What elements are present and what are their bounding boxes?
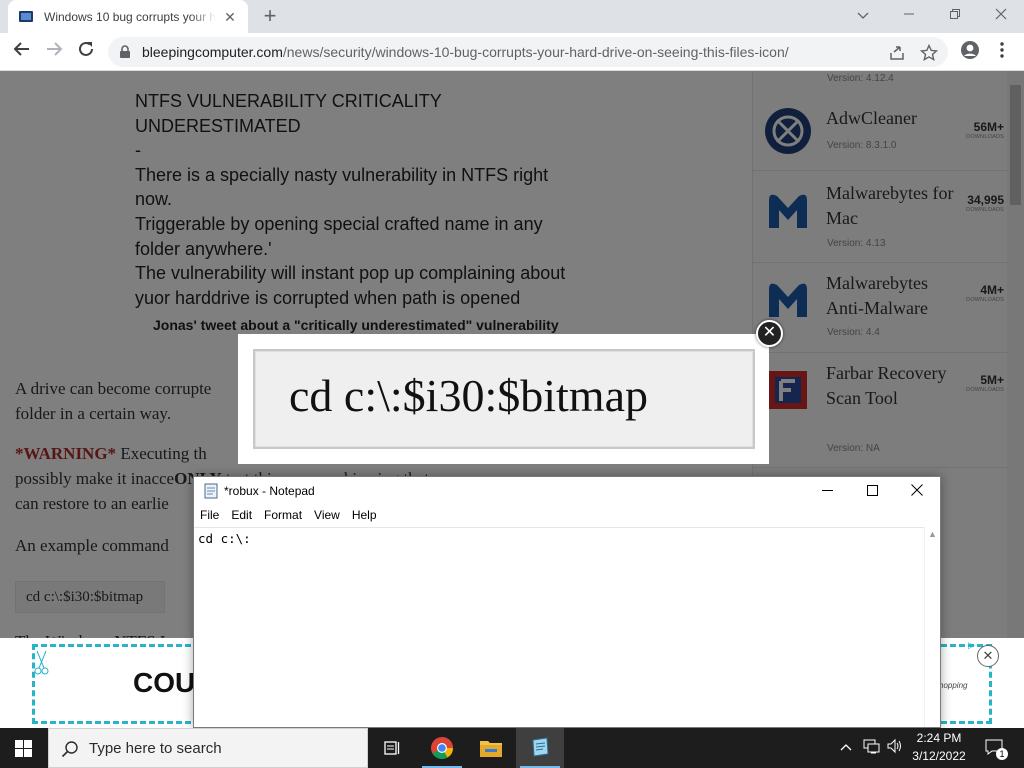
- taskbar-notepad[interactable]: [516, 728, 564, 768]
- notepad-titlebar[interactable]: *robux - Notepad: [194, 477, 940, 505]
- bleepingcomputer-favicon-icon: [19, 10, 33, 22]
- notepad-minimize-button[interactable]: [804, 477, 850, 505]
- lightbox-image: cd c:\:$i30:$bitmap: [253, 349, 755, 449]
- tab-title: Windows 10 bug corrupts your hard drive …: [44, 9, 216, 24]
- notepad-icon: [532, 737, 549, 757]
- notepad-window[interactable]: *robux - Notepad File Edit Format View H…: [193, 476, 941, 728]
- taskbar-chrome[interactable]: [418, 728, 466, 768]
- task-view-button[interactable]: [368, 728, 416, 768]
- windows-taskbar: Type here to search 2:24 PM 3/12/2022 1: [0, 728, 1024, 768]
- clock-time[interactable]: 2:24 PM: [908, 731, 970, 745]
- notepad-maximize-button[interactable]: [849, 477, 895, 505]
- new-tab-button[interactable]: +: [258, 4, 282, 28]
- lightbox-close-button[interactable]: ✕: [756, 320, 783, 347]
- url-text[interactable]: bleepingcomputer.com/news/security/windo…: [142, 44, 789, 60]
- forward-arrow-icon[interactable]: [42, 40, 66, 64]
- browser-toolbar: bleepingcomputer.com/news/security/windo…: [0, 33, 1024, 71]
- tab-close-icon[interactable]: ✕: [222, 9, 238, 25]
- menu-view[interactable]: View: [308, 505, 346, 527]
- notification-badge: 1: [996, 748, 1008, 760]
- menu-file[interactable]: File: [194, 505, 225, 527]
- image-lightbox: cd c:\:$i30:$bitmap: [238, 334, 769, 464]
- chrome-icon: [431, 737, 453, 759]
- scroll-up-arrow-icon[interactable]: ▲: [928, 529, 937, 539]
- notepad-text-area[interactable]: cd c:\:: [194, 527, 924, 727]
- browser-menu-kebab-icon[interactable]: [990, 40, 1014, 64]
- reload-icon[interactable]: [74, 40, 98, 64]
- menu-help[interactable]: Help: [346, 505, 383, 527]
- notepad-title: *robux - Notepad: [224, 484, 315, 498]
- taskbar-search-box[interactable]: Type here to search: [48, 728, 368, 768]
- show-hidden-icons-chevron-icon[interactable]: [838, 738, 854, 758]
- ad-shopping-label: hopping: [939, 681, 968, 690]
- browser-close-button[interactable]: [978, 4, 1024, 26]
- bookmark-star-icon[interactable]: [920, 44, 938, 62]
- notepad-app-icon: [204, 483, 218, 499]
- volume-icon[interactable]: [885, 738, 905, 758]
- address-bar[interactable]: bleepingcomputer.com/news/security/windo…: [108, 37, 948, 67]
- ad-scissors-icon: [34, 650, 49, 675]
- browser-restore-button[interactable]: [932, 4, 978, 26]
- search-placeholder[interactable]: Type here to search: [89, 740, 222, 757]
- ad-close-button[interactable]: ✕: [977, 645, 999, 667]
- clock-date[interactable]: 3/12/2022: [908, 749, 970, 763]
- folder-icon: [480, 741, 502, 757]
- notepad-close-button[interactable]: [894, 477, 940, 505]
- lightbox-code-text: cd c:\:$i30:$bitmap: [289, 370, 648, 421]
- taskbar-file-explorer[interactable]: [467, 728, 515, 768]
- lock-icon[interactable]: [118, 45, 132, 59]
- windows-logo-icon: [15, 740, 32, 757]
- notepad-scrollbar[interactable]: ▲: [924, 527, 940, 727]
- browser-tab-active[interactable]: Windows 10 bug corrupts your hard drive …: [8, 0, 248, 33]
- network-icon[interactable]: [862, 738, 882, 758]
- task-view-icon: [384, 741, 400, 755]
- ad-headline: COU: [133, 667, 196, 698]
- browser-minimize-button[interactable]: [886, 4, 932, 26]
- search-icon: [61, 741, 78, 758]
- tab-search-chevron-icon[interactable]: [840, 4, 886, 26]
- profile-avatar-icon[interactable]: [958, 40, 982, 64]
- ad-choices-icon[interactable]: ▷: [968, 640, 975, 651]
- menu-edit[interactable]: Edit: [225, 505, 258, 527]
- notepad-menubar: File Edit Format View Help: [194, 505, 940, 527]
- menu-format[interactable]: Format: [258, 505, 308, 527]
- tab-strip: Windows 10 bug corrupts your hard drive …: [0, 0, 1024, 33]
- notepad-content[interactable]: cd c:\:: [198, 531, 251, 546]
- share-icon[interactable]: [888, 44, 906, 62]
- start-button[interactable]: [0, 728, 48, 768]
- back-arrow-icon[interactable]: [10, 40, 34, 64]
